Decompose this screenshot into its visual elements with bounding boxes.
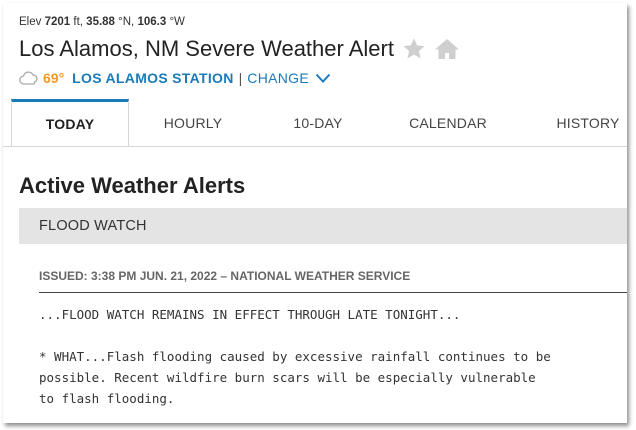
tab-history[interactable]: HISTORY bbox=[523, 100, 627, 146]
cloud-icon bbox=[19, 71, 39, 85]
elevation-label: Elev bbox=[19, 16, 42, 28]
section-title: Active Weather Alerts bbox=[19, 173, 246, 198]
tab-10-day[interactable]: 10-DAY bbox=[258, 100, 378, 146]
title-row: Los Alamos, NM Severe Weather Alert bbox=[19, 36, 460, 62]
home-icon[interactable] bbox=[434, 37, 460, 61]
tab-calendar[interactable]: CALENDAR bbox=[383, 100, 513, 146]
alert-name: FLOOD WATCH bbox=[39, 218, 147, 234]
current-temperature: 69° bbox=[43, 70, 65, 86]
tab-bar: TODAY HOURLY 10-DAY CALENDAR HISTORY bbox=[3, 99, 627, 147]
star-icon[interactable] bbox=[402, 37, 426, 61]
alert-header[interactable]: FLOOD WATCH bbox=[19, 208, 627, 244]
change-station-button[interactable]: CHANGE bbox=[247, 70, 309, 86]
station-name-link[interactable]: LOS ALAMOS STATION bbox=[72, 70, 233, 86]
elevation-value: 7201 bbox=[44, 16, 71, 28]
page-frame: Elev 7201 ft, 35.88 °N, 106.3 °W Los Ala… bbox=[3, 3, 627, 423]
divider bbox=[39, 292, 627, 293]
chevron-down-icon[interactable] bbox=[315, 72, 331, 84]
elevation-unit: ft, bbox=[73, 16, 83, 28]
page-title: Los Alamos, NM Severe Weather Alert bbox=[19, 36, 394, 61]
longitude-unit: °W bbox=[169, 16, 185, 28]
latitude-value: 35.88 bbox=[86, 16, 115, 28]
tab-hourly[interactable]: HOURLY bbox=[133, 100, 253, 146]
alert-issued: ISSUED: 3:38 PM JUN. 21, 2022 – NATIONAL… bbox=[39, 269, 411, 283]
latitude-unit: °N, bbox=[118, 16, 135, 28]
station-row: 69° LOS ALAMOS STATION | CHANGE bbox=[19, 70, 331, 86]
longitude-value: 106.3 bbox=[137, 16, 167, 28]
alert-body: ...FLOOD WATCH REMAINS IN EFFECT THROUGH… bbox=[39, 307, 551, 406]
location-coordinates: Elev 7201 ft, 35.88 °N, 106.3 °W bbox=[19, 16, 185, 28]
tab-today[interactable]: TODAY bbox=[11, 99, 129, 146]
separator: | bbox=[238, 70, 243, 86]
